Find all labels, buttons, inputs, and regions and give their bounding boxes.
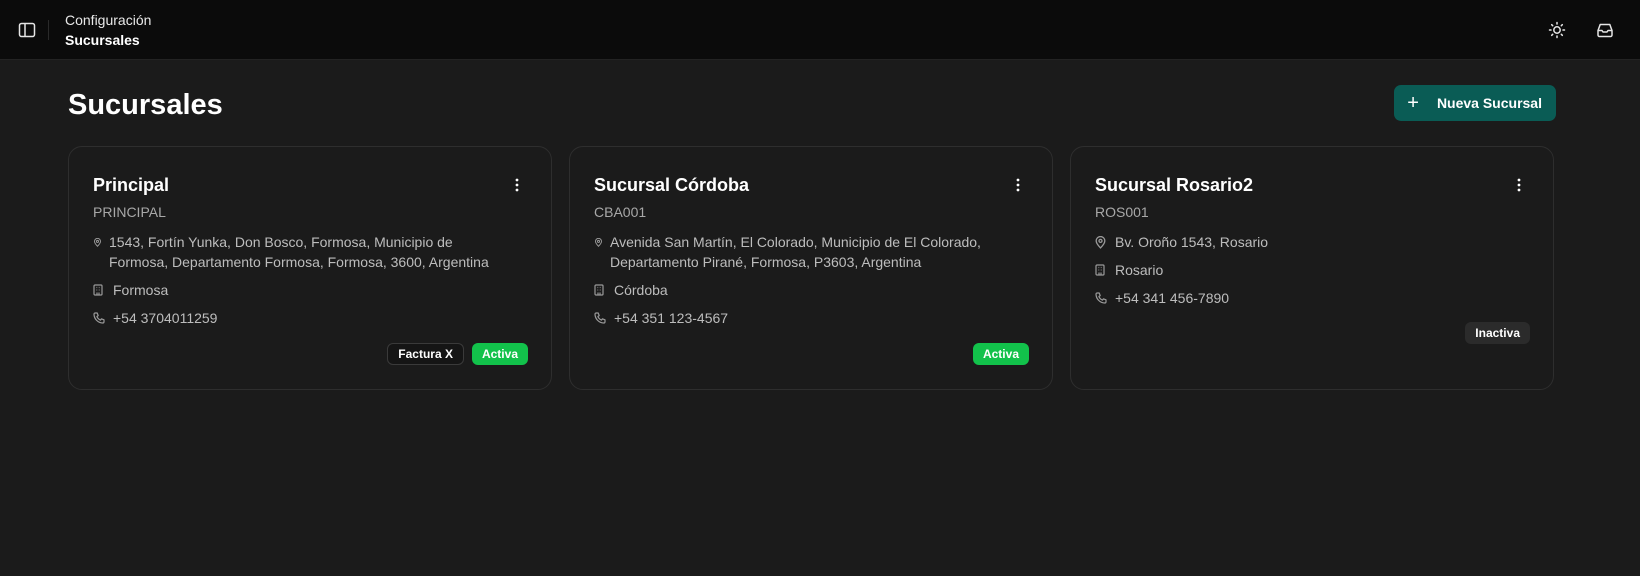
more-options-button[interactable] xyxy=(507,173,527,197)
branch-city-row: Formosa xyxy=(93,280,527,300)
branch-name: Principal xyxy=(93,174,170,195)
breadcrumb: Configuración Sucursales xyxy=(65,10,151,50)
status-badge: Activa xyxy=(972,343,1029,365)
phone-icon xyxy=(1095,288,1115,308)
branch-address: Avenida San Martín, El Colorado, Municip… xyxy=(610,234,981,270)
panel-left-icon xyxy=(18,22,36,37)
branch-code: CBA001 xyxy=(594,204,647,220)
more-vertical-icon xyxy=(515,178,519,192)
theme-toggle-button[interactable] xyxy=(1542,15,1572,45)
more-options-button[interactable] xyxy=(1509,173,1529,197)
building-icon xyxy=(93,280,113,300)
branch-card-list: Principal PRINCIPAL 1543, Fortín Yunka, … xyxy=(68,146,1556,390)
branch-name: Sucursal Rosario2 xyxy=(1095,174,1254,195)
branch-card[interactable]: Sucursal Rosario2 ROS001 Bv. Oroño 1543,… xyxy=(1070,146,1554,390)
branch-city: Córdoba xyxy=(614,282,668,298)
branch-phone-row: +54 351 123-4567 xyxy=(594,308,1028,328)
branch-phone: +54 3704011259 xyxy=(113,310,218,326)
more-options-button[interactable] xyxy=(1008,173,1028,197)
plus-icon: + xyxy=(1407,92,1419,114)
status-badge: Activa xyxy=(471,343,528,365)
branch-phone-row: +54 3704011259 xyxy=(93,308,527,328)
sidebar-toggle-button[interactable] xyxy=(12,15,42,45)
new-branch-button-label: Nueva Sucursal xyxy=(1436,95,1542,111)
branch-phone: +54 341 456-7890 xyxy=(1115,290,1230,306)
branch-city: Formosa xyxy=(113,282,169,298)
branch-city: Rosario xyxy=(1115,262,1164,278)
branch-address-row: Avenida San Martín, El Colorado, Municip… xyxy=(594,232,1028,272)
new-branch-button[interactable]: + Nueva Sucursal xyxy=(1394,85,1556,121)
branch-name: Sucursal Córdoba xyxy=(594,174,750,195)
main-content: Sucursales + Nueva Sucursal Principal PR… xyxy=(68,60,1556,390)
invoice-badge: Factura X xyxy=(387,343,464,365)
page-title: Sucursales xyxy=(68,88,223,121)
building-icon xyxy=(1095,260,1115,280)
sun-icon xyxy=(1548,21,1566,38)
status-badge: Inactiva xyxy=(1465,322,1530,344)
top-bar: Configuración Sucursales xyxy=(0,0,1640,60)
more-vertical-icon xyxy=(1517,178,1521,192)
branch-city-row: Rosario xyxy=(1095,260,1529,280)
branch-address: Bv. Oroño 1543, Rosario xyxy=(1115,234,1269,250)
branch-code: PRINCIPAL xyxy=(93,204,166,220)
phone-icon xyxy=(93,308,113,328)
branch-phone: +54 351 123-4567 xyxy=(614,310,729,326)
phone-icon xyxy=(594,308,614,328)
breadcrumb-current: Sucursales xyxy=(65,31,140,48)
branch-address: 1543, Fortín Yunka, Don Bosco, Formosa, … xyxy=(109,234,489,270)
branch-code: ROS001 xyxy=(1095,204,1149,220)
inbox-button[interactable] xyxy=(1590,15,1620,45)
topbar-divider xyxy=(48,19,49,40)
branch-city-row: Córdoba xyxy=(594,280,1028,300)
building-icon xyxy=(594,280,614,300)
inbox-icon xyxy=(1597,23,1613,37)
branch-address-row: Bv. Oroño 1543, Rosario xyxy=(1095,232,1529,252)
branch-card[interactable]: Principal PRINCIPAL 1543, Fortín Yunka, … xyxy=(68,146,552,390)
branch-phone-row: +54 341 456-7890 xyxy=(1095,288,1529,308)
breadcrumb-parent[interactable]: Configuración xyxy=(65,10,151,30)
map-pin-icon xyxy=(1095,232,1115,252)
more-vertical-icon xyxy=(1016,178,1020,192)
branch-address-row: 1543, Fortín Yunka, Don Bosco, Formosa, … xyxy=(93,232,527,272)
branch-card[interactable]: Sucursal Córdoba CBA001 Avenida San Mart… xyxy=(569,146,1053,390)
page-header: Sucursales + Nueva Sucursal xyxy=(68,60,1556,146)
